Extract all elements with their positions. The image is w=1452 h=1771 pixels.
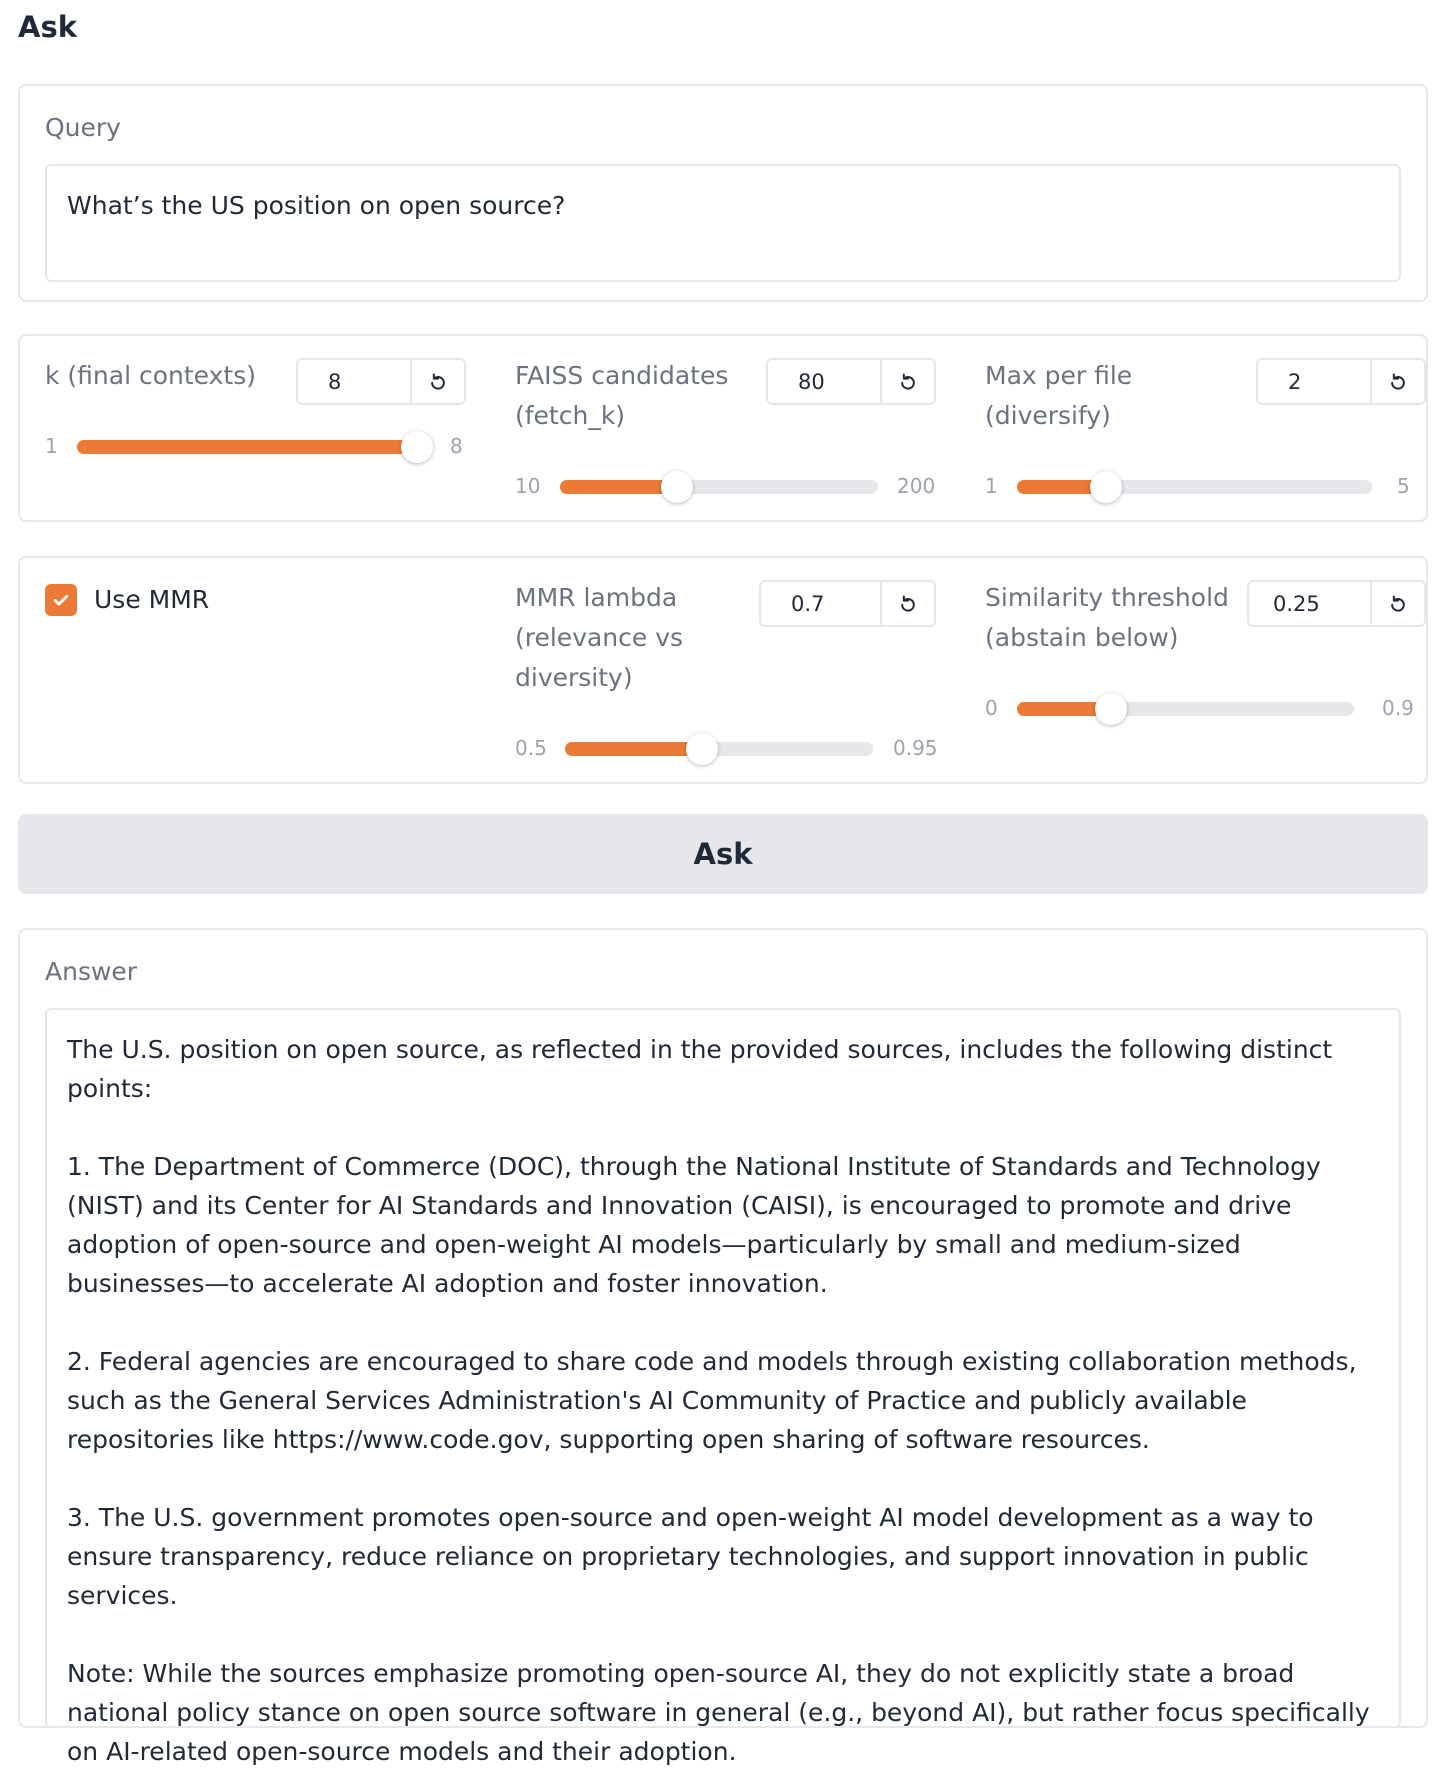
similarity-threshold-control: Similarity threshold (abstain below) 0.2…: [960, 558, 1428, 786]
reset-icon: [901, 595, 915, 612]
similarity-slider[interactable]: 0 0.9: [985, 693, 1425, 725]
max-per-file-max: 5: [1397, 474, 1410, 498]
k-value[interactable]: 8: [298, 360, 410, 403]
k-max: 8: [450, 434, 463, 458]
k-label: k (final contexts): [45, 361, 256, 390]
max-per-file-label-line2: (diversify): [985, 401, 1111, 430]
max-per-file-min: 1: [985, 474, 998, 498]
similarity-number-input[interactable]: 0.25: [1247, 580, 1426, 627]
similarity-value[interactable]: 0.25: [1249, 582, 1370, 625]
use-mmr-checkbox[interactable]: [45, 584, 77, 616]
similarity-label-line2: (abstain below): [985, 623, 1179, 652]
answer-paragraph: 3. The U.S. government promotes open-sou…: [67, 1503, 1314, 1610]
mmr-lambda-label-line1: MMR lambda: [515, 583, 678, 612]
faiss-reset-button[interactable]: [880, 360, 934, 403]
answer-panel: Answer The U.S. position on open source,…: [18, 928, 1428, 1766]
max-per-file-slider[interactable]: 1 5: [985, 471, 1425, 503]
reset-icon: [1391, 595, 1405, 612]
page-title: Ask: [18, 10, 77, 44]
faiss-label-line2: (fetch_k): [515, 401, 626, 430]
mmr-lambda-number-input[interactable]: 0.7: [759, 580, 936, 627]
answer-paragraph: 1. The Department of Commerce (DOC), thr…: [67, 1152, 1321, 1298]
mmr-settings-panel: Use MMR MMR lambda (relevance vs diversi…: [18, 556, 1428, 784]
max-per-file-control: Max per file (diversify) 2 1 5: [960, 336, 1428, 524]
faiss-min: 10: [515, 474, 541, 498]
faiss-slider[interactable]: 10 200: [515, 471, 945, 503]
mmr-lambda-value[interactable]: 0.7: [761, 582, 880, 625]
similarity-slider-thumb[interactable]: [1094, 693, 1127, 725]
max-per-file-value[interactable]: 2: [1258, 360, 1370, 403]
query-panel: Query What’s the US position on open sou…: [18, 84, 1428, 302]
answer-paragraph: The U.S. position on open source, as ref…: [67, 1035, 1333, 1103]
mmr-lambda-control: MMR lambda (relevance vs diversity) 0.7 …: [490, 558, 960, 786]
k-min: 1: [45, 434, 58, 458]
k-number-input[interactable]: 8: [296, 358, 466, 405]
faiss-control: FAISS candidates (fetch_k) 80 10 200: [490, 336, 960, 524]
similarity-label-line1: Similarity threshold: [985, 583, 1229, 612]
retrieval-settings-panel: k (final contexts) 8 1 8 FAISS candidate…: [18, 334, 1428, 522]
similarity-reset-button[interactable]: [1370, 582, 1424, 625]
max-per-file-label-line1: Max per file: [985, 361, 1133, 390]
mmr-lambda-reset-button[interactable]: [880, 582, 934, 625]
similarity-min: 0: [985, 696, 998, 720]
use-mmr-control[interactable]: Use MMR: [20, 558, 490, 638]
mmr-lambda-slider[interactable]: 0.5 0.95: [515, 733, 945, 765]
mmr-lambda-min: 0.5: [515, 736, 547, 760]
faiss-value[interactable]: 80: [768, 360, 880, 403]
mmr-lambda-label-line3: diversity): [515, 663, 633, 692]
max-per-file-slider-thumb[interactable]: [1089, 471, 1122, 503]
reset-icon: [1391, 373, 1405, 390]
reset-icon: [901, 373, 915, 390]
mmr-lambda-max: 0.95: [893, 736, 938, 760]
mmr-lambda-slider-thumb[interactable]: [685, 733, 718, 765]
answer-paragraph: 2. Federal agencies are encouraged to sh…: [67, 1347, 1357, 1454]
k-reset-button[interactable]: [410, 360, 464, 403]
faiss-slider-thumb[interactable]: [661, 471, 694, 503]
faiss-label-line1: FAISS candidates: [515, 361, 729, 390]
query-input[interactable]: What’s the US position on open source?: [45, 164, 1401, 282]
query-label: Query: [45, 113, 121, 142]
checkmark-icon: [53, 594, 69, 606]
k-slider-thumb[interactable]: [401, 431, 433, 463]
max-per-file-reset-button[interactable]: [1370, 360, 1424, 403]
answer-paragraph: Note: While the sources emphasize promot…: [67, 1659, 1370, 1766]
ask-button[interactable]: Ask: [18, 814, 1428, 894]
faiss-number-input[interactable]: 80: [766, 358, 936, 405]
answer-output[interactable]: The U.S. position on open source, as ref…: [45, 1008, 1401, 1766]
reset-icon: [431, 373, 445, 390]
use-mmr-label[interactable]: Use MMR: [94, 580, 209, 620]
max-per-file-number-input[interactable]: 2: [1256, 358, 1426, 405]
faiss-max: 200: [897, 474, 936, 498]
k-control: k (final contexts) 8 1 8: [20, 336, 490, 524]
answer-label: Answer: [45, 957, 138, 986]
mmr-lambda-label-line2: (relevance vs: [515, 623, 684, 652]
similarity-max: 0.9: [1382, 696, 1414, 720]
k-slider[interactable]: 1 8: [45, 431, 475, 463]
